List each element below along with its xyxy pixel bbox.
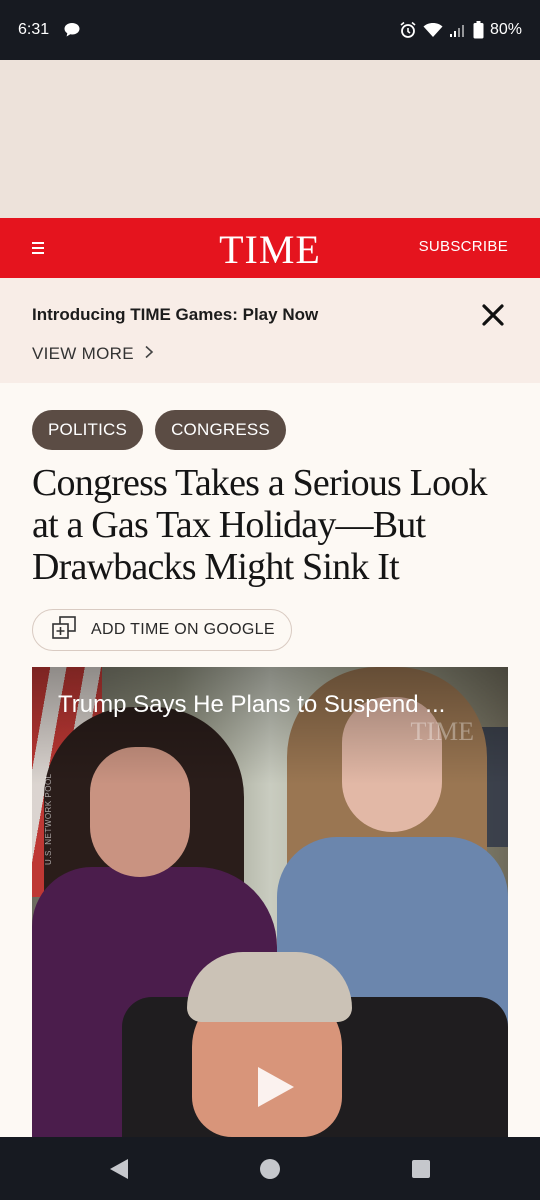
tag-congress[interactable]: CONGRESS [155,410,286,450]
battery-percent: 80% [489,21,522,38]
signal-icon [449,22,467,38]
tag-politics[interactable]: POLITICS [32,410,144,450]
close-icon[interactable] [480,302,506,328]
wifi-icon [423,22,443,38]
article-tags: POLITICS CONGRESS [32,410,286,450]
system-nav-bar [0,1137,540,1200]
video-watermark: TIME [410,717,474,746]
ad-placeholder [0,60,540,218]
home-icon[interactable] [259,1157,281,1186]
add-to-google-icon [51,615,77,645]
subscribe-link[interactable]: SUBSCRIBE [419,238,508,255]
add-time-on-google-label: ADD TIME ON GOOGLE [91,621,275,638]
back-icon[interactable] [108,1157,130,1186]
hamburger-menu-icon[interactable] [32,238,48,258]
site-header: TIME SUBSCRIBE [0,218,540,278]
promo-banner: Introducing TIME Games: Play Now VIEW MO… [0,278,540,383]
view-more-link[interactable]: VIEW MORE [32,344,154,364]
status-bar: 6:31 80% [0,0,540,60]
view-more-label: VIEW MORE [32,344,134,363]
recents-icon[interactable] [411,1157,431,1186]
chevron-right-icon [144,344,154,364]
battery-icon [473,21,484,39]
status-time: 6:31 [18,21,50,38]
video-title: Trump Says He Plans to Suspend ... [58,691,446,718]
promo-title[interactable]: Introducing TIME Games: Play Now [32,305,318,325]
video-credit: U.S. NETWORK POOL [44,773,53,865]
video-player[interactable]: Trump Says He Plans to Suspend ... TIME … [32,667,508,1137]
add-time-on-google-button[interactable]: ADD TIME ON GOOGLE [32,609,292,651]
alarm-icon [399,21,417,39]
article-headline: Congress Takes a Serious Look at a Gas T… [32,462,488,588]
play-icon[interactable] [254,1065,298,1109]
chat-bubble-icon [63,22,81,38]
